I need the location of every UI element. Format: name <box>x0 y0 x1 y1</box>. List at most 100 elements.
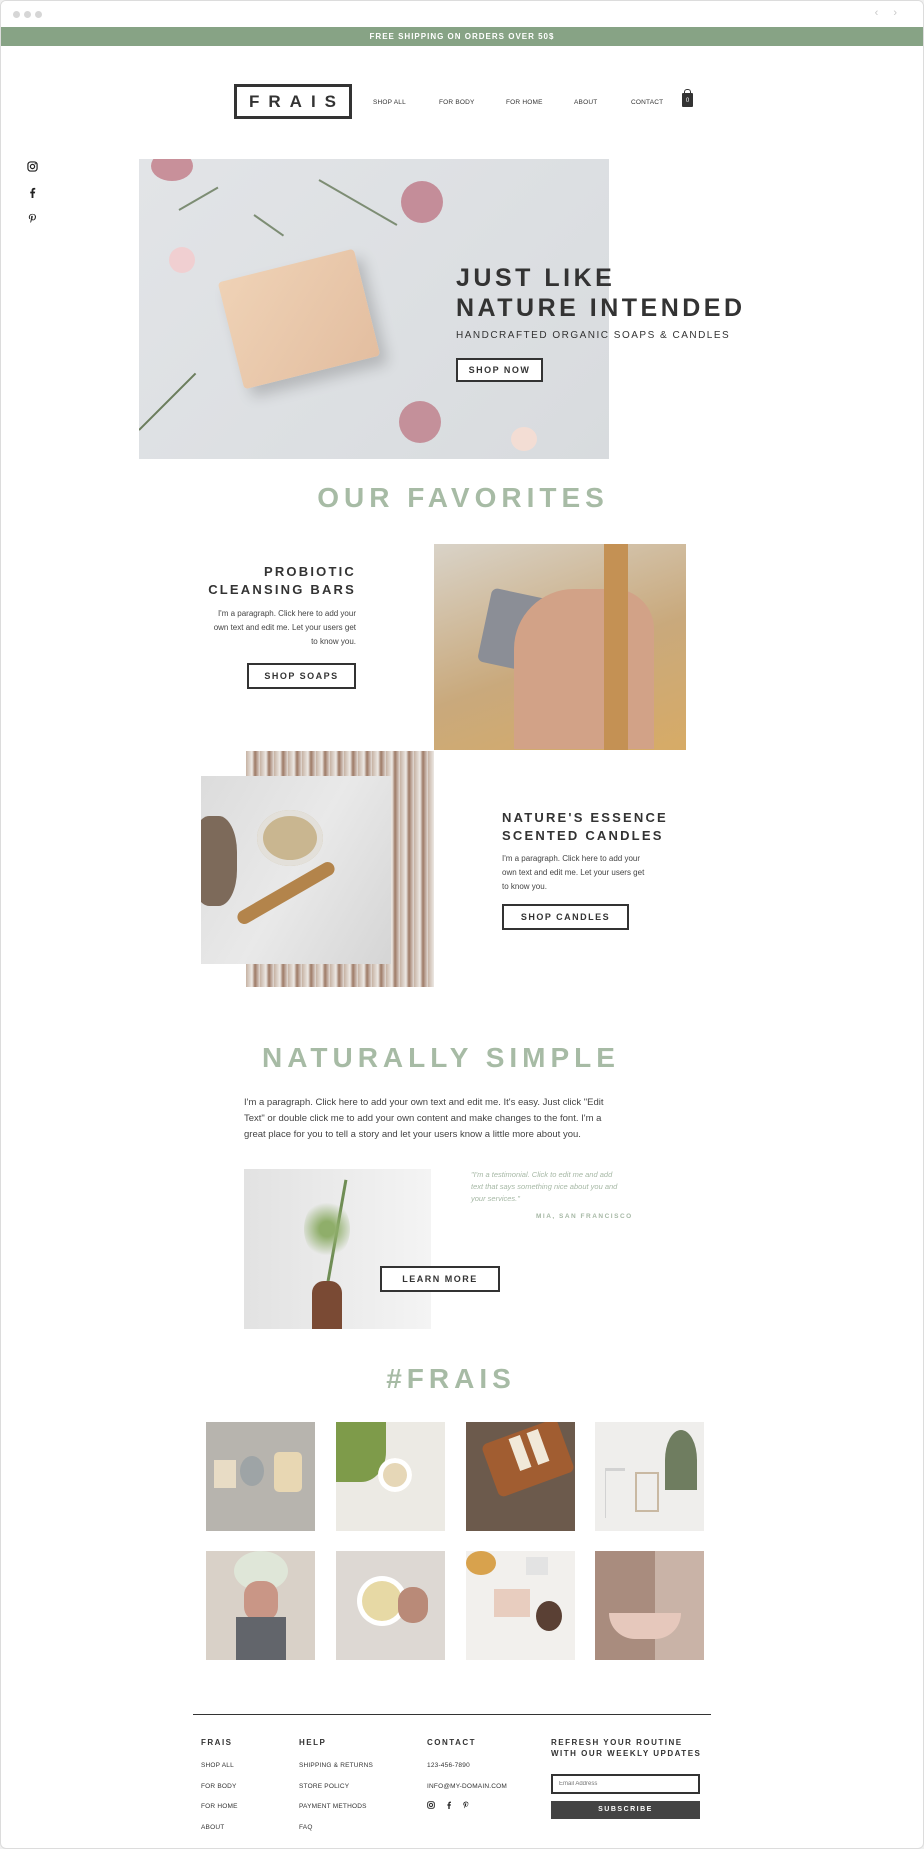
sponge-shape <box>466 1551 496 1575</box>
footer-link-for-home[interactable]: FOR HOME <box>201 1803 238 1810</box>
facebook-icon[interactable] <box>445 1801 453 1809</box>
soaps-title: PROBIOTIC CLEANSING BARS <box>191 563 356 599</box>
nav-for-home[interactable]: FOR HOME <box>506 99 543 106</box>
stones-image <box>201 816 237 906</box>
testimonial-text: "I'm a testimonial. Click to edit me and… <box>471 1169 641 1205</box>
footer-contact-heading: CONTACT <box>427 1738 477 1747</box>
gallery-image-tea-cup[interactable] <box>336 1551 445 1660</box>
nav-about[interactable]: ABOUT <box>574 99 597 106</box>
soaps-paragraph: I'm a paragraph. Click here to add your … <box>191 607 356 649</box>
footer-link-for-body[interactable]: FOR BODY <box>201 1783 237 1790</box>
leaves-image <box>304 1199 350 1259</box>
gallery-image-soaps-brushes[interactable] <box>206 1422 315 1531</box>
cart-icon[interactable]: 0 <box>682 89 693 107</box>
hero-subtitle: HANDCRAFTED ORGANIC SOAPS & CANDLES <box>456 330 731 341</box>
plant-shape <box>665 1430 697 1490</box>
gallery-image-plants-candle[interactable] <box>336 1422 445 1531</box>
nav-contact[interactable]: CONTACT <box>631 99 663 106</box>
footer-email[interactable]: INFO@MY-DOMAIN.COM <box>427 1783 507 1790</box>
browser-nav-arrows[interactable]: ‹ › <box>875 7 903 19</box>
footer-divider <box>193 1714 711 1715</box>
candles-title: NATURE'S ESSENCE SCENTED CANDLES <box>502 809 692 845</box>
candles-paragraph-line: own text and edit me. Let your users get <box>502 868 645 877</box>
soaps-title-line1: PROBIOTIC <box>263 564 356 579</box>
stem-image <box>178 186 219 211</box>
pinterest-icon[interactable] <box>462 1801 470 1809</box>
testimonial-author: MIA, SAN FRANCISCO <box>536 1213 633 1220</box>
candles-title-line2: SCENTED CANDLES <box>502 828 664 843</box>
spoon-image <box>234 859 338 927</box>
stem-image <box>139 372 197 431</box>
shop-candles-button[interactable]: SHOP CANDLES <box>502 904 629 930</box>
instagram-icon[interactable] <box>27 161 38 172</box>
newsletter-heading-line1: REFRESH YOUR ROUTINE <box>551 1738 683 1747</box>
subscribe-button[interactable]: SUBSCRIBE <box>551 1801 700 1819</box>
pinterest-icon[interactable] <box>27 213 38 224</box>
footer-help-heading: HELP <box>299 1738 327 1747</box>
cup-shape <box>362 1581 402 1621</box>
soaps-paragraph-line: to know you. <box>311 637 356 646</box>
nav-shop-all[interactable]: SHOP ALL <box>373 99 406 106</box>
naturally-simple-paragraph-line: great place for you to tell a story and … <box>244 1129 581 1140</box>
chair-shape <box>635 1472 659 1512</box>
plant-hand-photo <box>244 1169 431 1329</box>
footer-link-store-policy[interactable]: STORE POLICY <box>299 1783 349 1790</box>
flower-image <box>401 181 443 223</box>
stem-image <box>253 214 285 237</box>
soaps-paragraph-line: own text and edit me. Let your users get <box>213 623 356 632</box>
gallery-image-bathtub[interactable] <box>595 1551 704 1660</box>
jar-shape <box>526 1557 548 1575</box>
footer-link-faq[interactable]: FAQ <box>299 1824 313 1831</box>
soap-shape <box>214 1460 236 1488</box>
window-dot <box>24 11 31 18</box>
flower-image <box>169 247 195 273</box>
gallery-image-wooden-tray[interactable] <box>466 1422 575 1531</box>
hands-shape <box>244 1581 278 1621</box>
naturally-simple-paragraph: I'm a paragraph. Click here to add your … <box>244 1095 664 1143</box>
footer-link-shipping[interactable]: SHIPPING & RETURNS <box>299 1762 373 1769</box>
favorites-heading: OUR FAVORITES <box>317 482 609 513</box>
wall-shape <box>655 1551 704 1660</box>
stem-image <box>318 179 398 226</box>
soap-making-photo <box>434 544 686 750</box>
sponge-shape <box>240 1456 264 1486</box>
newsletter-email-input[interactable] <box>551 1774 700 1794</box>
candle-shape <box>378 1458 412 1492</box>
soaps-title-line2: CLEANSING BARS <box>208 582 356 597</box>
candle-photo <box>201 776 391 964</box>
browser-chrome: ‹ › <box>1 1 923 27</box>
hand-shape <box>398 1587 428 1623</box>
footer-link-shop-all[interactable]: SHOP ALL <box>201 1762 234 1769</box>
gallery-image-interior[interactable] <box>595 1422 704 1531</box>
gallery-heading: #FRAIS <box>386 1363 516 1394</box>
brush-shape <box>536 1601 562 1631</box>
flower-image <box>151 159 193 181</box>
nav-for-body[interactable]: FOR BODY <box>439 99 475 106</box>
instagram-icon[interactable] <box>427 1801 435 1809</box>
gallery-image-flowers-hands[interactable] <box>206 1551 315 1660</box>
footer-phone[interactable]: 123-456-7890 <box>427 1762 470 1769</box>
footer-link-about[interactable]: ABOUT <box>201 1824 224 1831</box>
brush-shape <box>274 1452 302 1492</box>
testimonial-line: text that says something nice about you … <box>471 1182 618 1191</box>
learn-more-button[interactable]: LEARN MORE <box>380 1266 500 1292</box>
shop-soaps-button[interactable]: SHOP SOAPS <box>247 663 356 689</box>
naturally-simple-paragraph-line: I'm a paragraph. Click here to add your … <box>244 1097 604 1108</box>
hero-title-line2: NATURE INTENDED <box>456 294 746 322</box>
flower-image <box>399 401 441 443</box>
shop-now-button[interactable]: SHOP NOW <box>456 358 543 382</box>
candles-paragraph-line: to know you. <box>502 882 547 891</box>
window-dot <box>35 11 42 18</box>
soap-shape <box>494 1589 530 1617</box>
newsletter-heading-line2: WITH OUR WEEKLY UPDATES <box>551 1749 702 1758</box>
clothing-shape <box>236 1617 286 1660</box>
site-logo[interactable]: FRAIS <box>234 84 352 119</box>
footer-link-payment[interactable]: PAYMENT METHODS <box>299 1803 367 1810</box>
candles-paragraph-line: I'm a paragraph. Click here to add your <box>502 854 641 863</box>
announcement-bar: FREE SHIPPING ON ORDERS OVER 50$ <box>1 27 923 46</box>
hero-title: JUST LIKE NATURE INTENDED <box>456 263 746 323</box>
facebook-icon[interactable] <box>27 187 38 198</box>
gallery-image-soap-flatlay[interactable] <box>466 1551 575 1660</box>
newsletter-heading: REFRESH YOUR ROUTINE WITH OUR WEEKLY UPD… <box>551 1737 701 1759</box>
testimonial-line: your services." <box>471 1194 520 1203</box>
